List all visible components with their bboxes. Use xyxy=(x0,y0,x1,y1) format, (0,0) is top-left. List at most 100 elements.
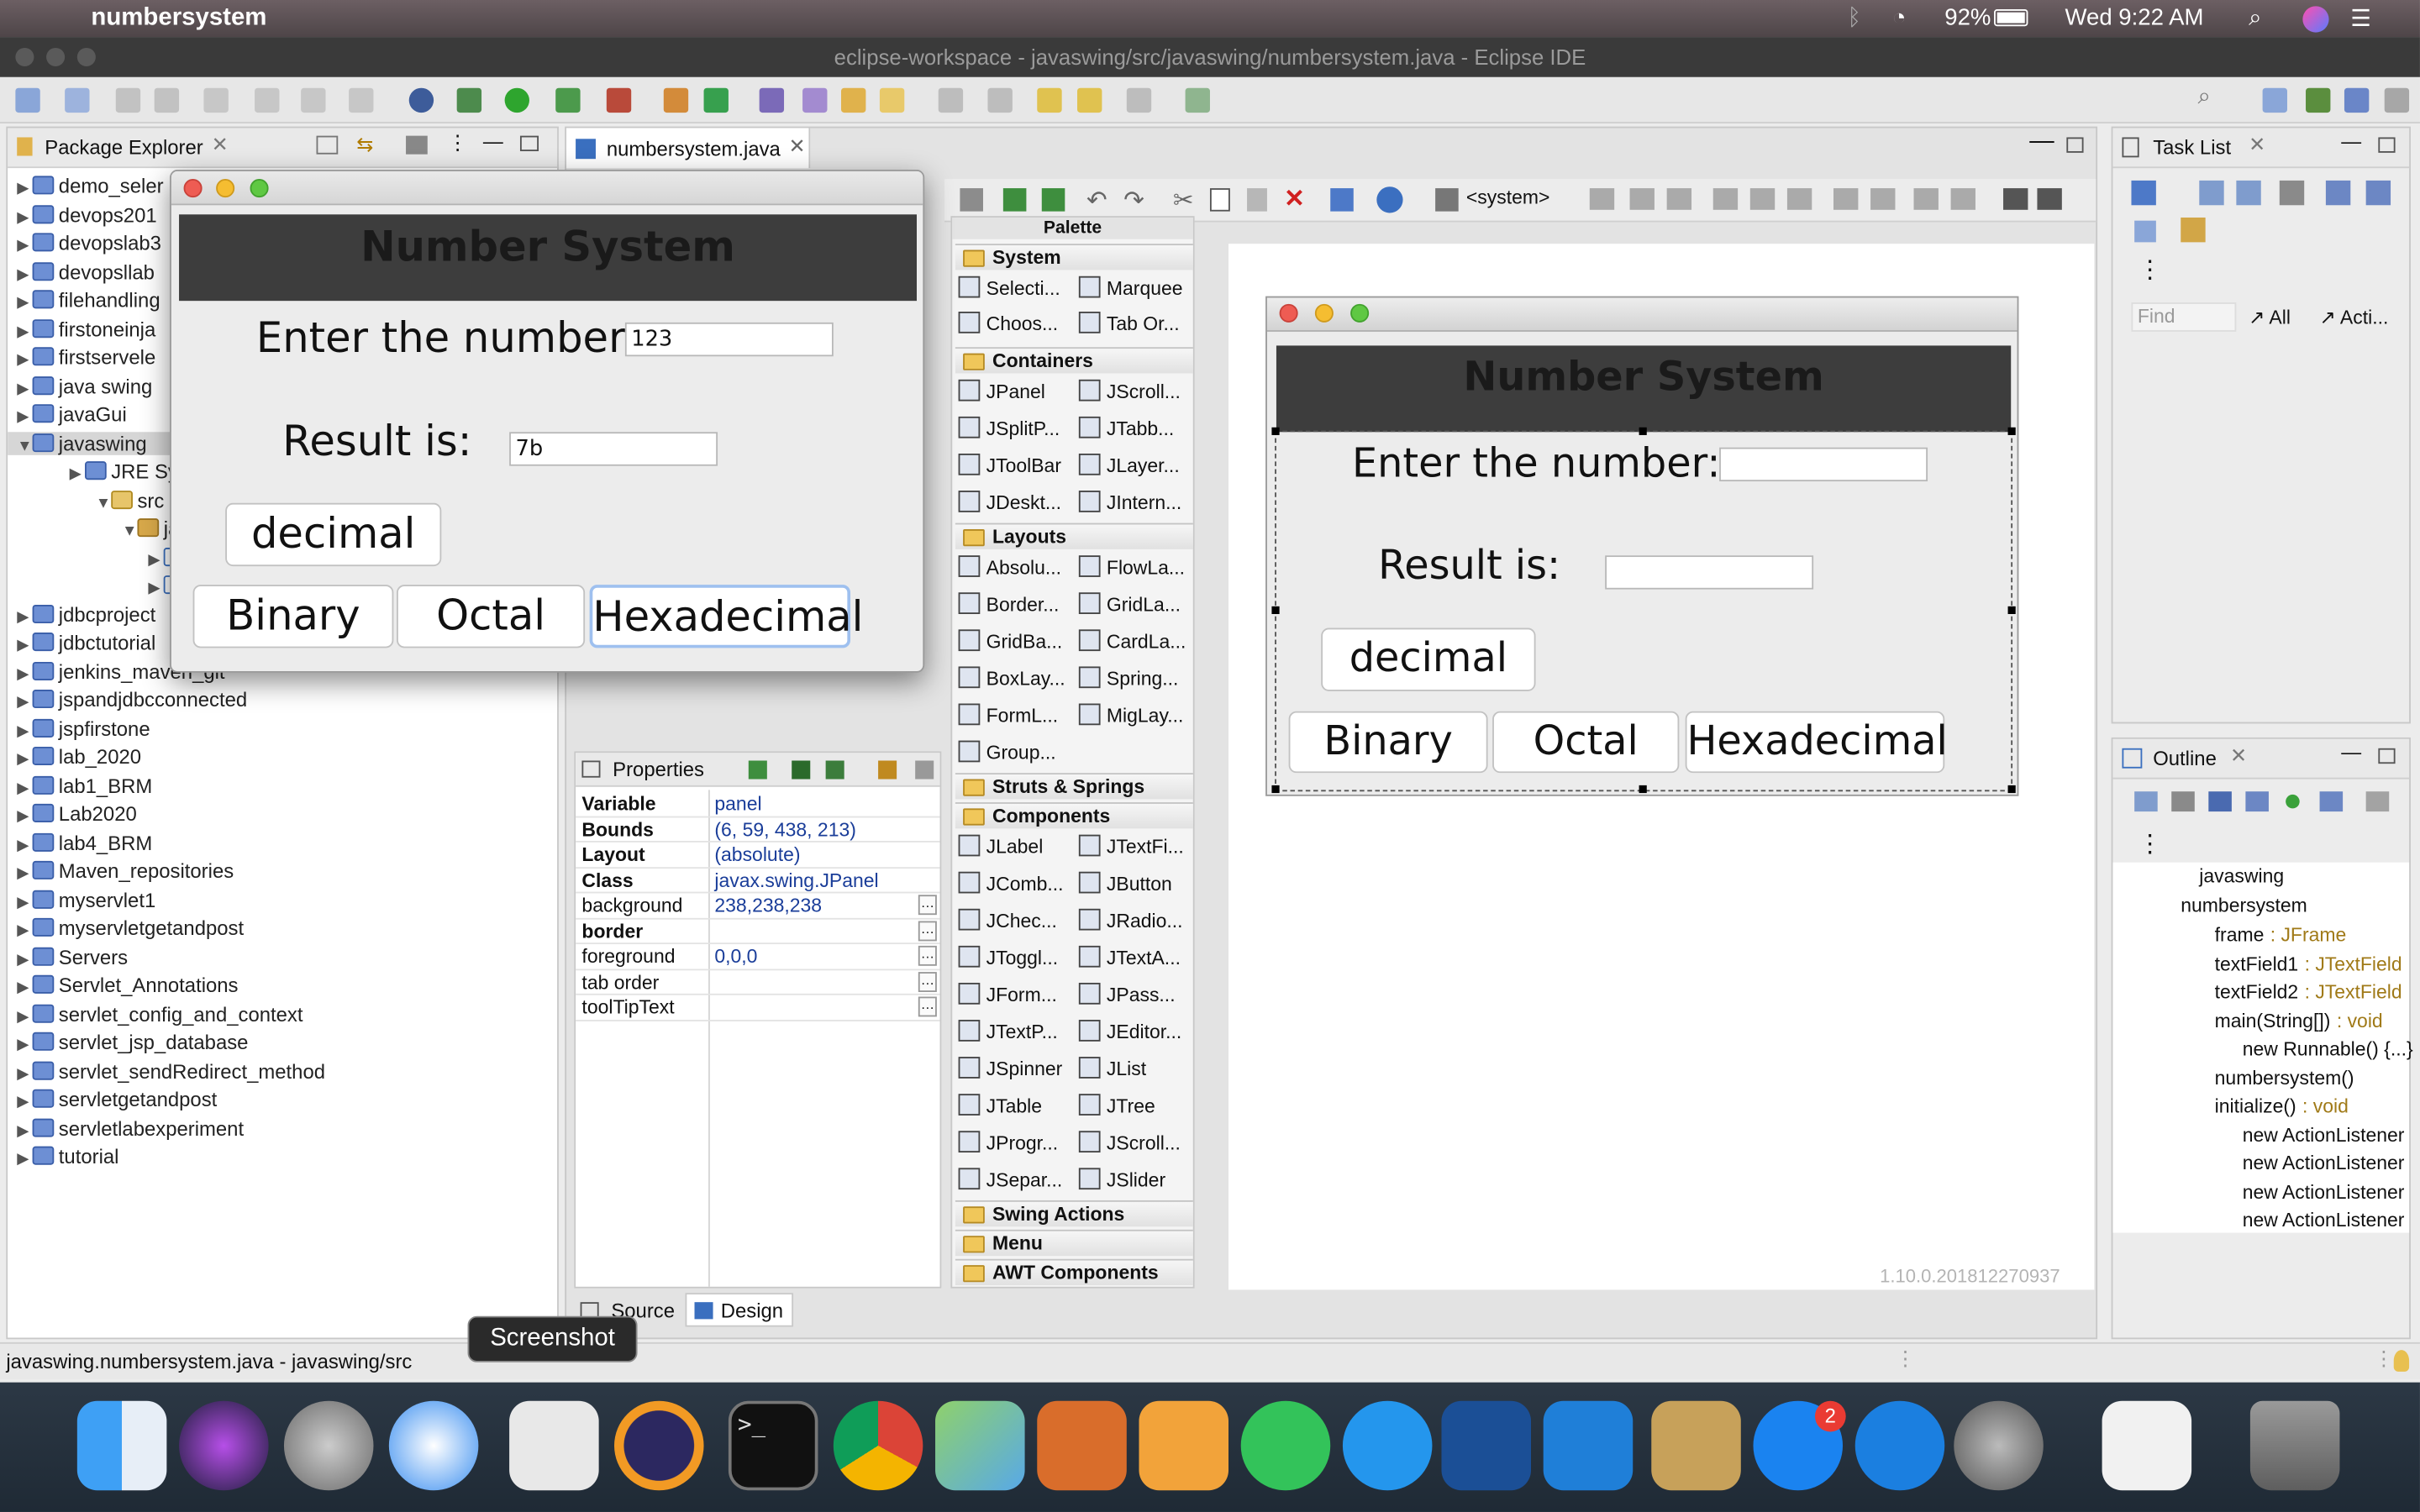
expand-right-icon[interactable]: ▶ xyxy=(17,979,32,996)
view-menu-icon[interactable]: ⋮ xyxy=(2138,255,2162,286)
show-events-icon[interactable] xyxy=(748,760,767,780)
task-list-title[interactable]: Task List xyxy=(2153,136,2231,160)
wifi-icon[interactable]: ◔ xyxy=(1892,5,1907,31)
tree-item[interactable]: ▶ jdbctutorial xyxy=(17,631,155,654)
tree-item[interactable]: ▶ demo_seler xyxy=(17,175,163,198)
palette-item[interactable]: JForm... xyxy=(958,979,1057,1011)
palette-item[interactable]: JTree xyxy=(1078,1091,1155,1122)
tree-item[interactable]: ▶ devopslab3 xyxy=(17,232,161,255)
close-tab-icon[interactable]: ✕ xyxy=(212,133,229,157)
tree-item[interactable]: ▶ lab4_BRM xyxy=(17,831,152,854)
outline-member[interactable]: textField1: JTextField xyxy=(2215,953,2402,974)
resize-handle[interactable] xyxy=(1639,427,1647,435)
palette-item[interactable]: Spring... xyxy=(1078,664,1178,695)
octal-button[interactable]: Octal xyxy=(397,585,586,648)
palette-category-system[interactable]: System xyxy=(955,244,1193,270)
binary-button[interactable]: Binary xyxy=(192,585,394,648)
design-redo-icon[interactable]: ↷ xyxy=(1123,185,1144,216)
palette-category-swing-actions[interactable]: Swing Actions xyxy=(955,1200,1193,1227)
battery-percent[interactable]: 92% xyxy=(1944,5,1991,31)
annotation-icon[interactable] xyxy=(938,87,964,113)
same-height-icon[interactable] xyxy=(1870,188,1896,210)
globe-icon[interactable] xyxy=(1376,186,1403,213)
palette-item[interactable]: FlowLa... xyxy=(1078,553,1185,584)
expand-right-icon[interactable]: ▶ xyxy=(17,352,32,369)
palette-item[interactable]: JList xyxy=(1078,1053,1146,1084)
tree-item[interactable]: ▶ servlet_sendRedirect_method xyxy=(17,1059,325,1083)
git-perspective-icon[interactable] xyxy=(2384,87,2410,113)
hide-fields-icon[interactable] xyxy=(2208,791,2232,812)
palette-item[interactable]: JSlider xyxy=(1078,1165,1165,1196)
tree-item[interactable]: ▶ Lab2020 xyxy=(17,802,137,826)
new-java-icon[interactable] xyxy=(65,87,90,113)
expand-right-icon[interactable]: ▶ xyxy=(17,638,32,654)
outline-member[interactable]: new ActionListener xyxy=(2243,1210,2405,1231)
palette-item[interactable]: JEditor... xyxy=(1078,1016,1181,1047)
reparse-icon[interactable] xyxy=(1041,188,1065,212)
expand-right-icon[interactable]: ▶ xyxy=(17,181,32,197)
new-icon[interactable] xyxy=(15,87,40,113)
resize-handle[interactable] xyxy=(2007,785,2016,794)
palette-category-containers[interactable]: Containers xyxy=(955,347,1193,374)
task-all-link[interactable]: ↗ All xyxy=(2249,306,2291,329)
search-icon[interactable]: ⌕ xyxy=(2197,83,2222,109)
outline-member[interactable]: numbersystem() xyxy=(2215,1067,2354,1089)
design-binary-button[interactable]: Binary xyxy=(1288,711,1488,774)
tree-item[interactable]: ▶ Servlet_Annotations xyxy=(17,974,238,997)
property-editor-button[interactable]: … xyxy=(918,945,937,966)
palette-item[interactable]: JTextP... xyxy=(958,1016,1058,1047)
palette-item[interactable]: BoxLay... xyxy=(958,664,1065,695)
expand-down-icon[interactable]: ▼ xyxy=(96,495,111,512)
debug-perspective-icon[interactable] xyxy=(2344,87,2370,113)
editor-tab[interactable]: numbersystem.java ✕ xyxy=(566,128,811,169)
palette-item[interactable]: JPanel xyxy=(958,376,1045,407)
expand-right-icon[interactable]: ▶ xyxy=(17,922,32,939)
palette-item[interactable]: Tab Or... xyxy=(1078,308,1180,339)
decimal-button[interactable]: decimal xyxy=(225,502,442,567)
look-and-feel-combo[interactable]: <system> xyxy=(1466,186,1550,208)
align-middle-icon[interactable] xyxy=(1749,188,1776,210)
tree-item[interactable]: ▶ devops201 xyxy=(17,203,156,227)
hide-static-icon[interactable] xyxy=(2245,791,2269,812)
finder-icon[interactable] xyxy=(76,1400,167,1491)
properties-title[interactable]: Properties xyxy=(613,758,704,781)
collapse-all-icon[interactable] xyxy=(316,135,339,155)
close-tab-icon[interactable]: ✕ xyxy=(2230,743,2247,768)
design-result-field[interactable] xyxy=(1605,555,1814,590)
look-and-feel-icon[interactable] xyxy=(1435,188,1459,212)
zoom-icon[interactable] xyxy=(250,179,269,198)
outline-member[interactable]: frame: JFrame xyxy=(2215,924,2347,946)
maximize-view-icon[interactable] xyxy=(2378,748,2396,764)
property-editor-button[interactable]: … xyxy=(918,895,937,916)
convert-local-icon[interactable] xyxy=(825,760,844,780)
property-editor-button[interactable]: … xyxy=(918,971,937,992)
java-perspective-icon[interactable] xyxy=(2306,87,2331,113)
expand-down-icon[interactable]: ▼ xyxy=(17,438,32,454)
palette-item[interactable]: JLayer... xyxy=(1078,450,1180,481)
property-row[interactable]: Bounds (6, 59, 438, 213) xyxy=(576,817,940,843)
activate-task-icon[interactable] xyxy=(2181,217,2206,243)
palette-item[interactable]: JIntern... xyxy=(1078,487,1181,518)
expand-down-icon[interactable]: ▼ xyxy=(122,523,137,540)
delete-icon[interactable]: ✕ xyxy=(1284,184,1305,215)
resize-handle[interactable] xyxy=(1271,427,1280,435)
minimize-icon[interactable] xyxy=(216,179,235,198)
palette-item[interactable]: JComb... xyxy=(958,869,1064,900)
debug-icon[interactable] xyxy=(456,87,482,113)
open-perspective-icon[interactable] xyxy=(2262,87,2287,113)
design-header-label[interactable]: Number System xyxy=(1276,345,2012,433)
expand-right-icon[interactable]: ▶ xyxy=(17,295,32,312)
outline-member[interactable]: textField2: JTextField xyxy=(2215,981,2402,1003)
expand-right-icon[interactable]: ▶ xyxy=(17,323,32,340)
battery-icon[interactable] xyxy=(1994,9,2028,27)
property-editor-button[interactable]: … xyxy=(918,996,937,1017)
vscode-icon[interactable] xyxy=(1543,1400,1634,1491)
sync-icon[interactable] xyxy=(2365,180,2391,206)
expand-right-icon[interactable]: ▶ xyxy=(70,466,85,483)
palette-item[interactable]: CardLa... xyxy=(1078,627,1186,658)
palette-title[interactable]: Palette xyxy=(952,217,1193,239)
expand-right-icon[interactable]: ▶ xyxy=(17,695,32,711)
hide-nonpublic-icon[interactable] xyxy=(2286,794,2300,809)
back-icon[interactable] xyxy=(301,87,326,113)
tree-item[interactable]: ▶ tutorial xyxy=(17,1145,118,1168)
